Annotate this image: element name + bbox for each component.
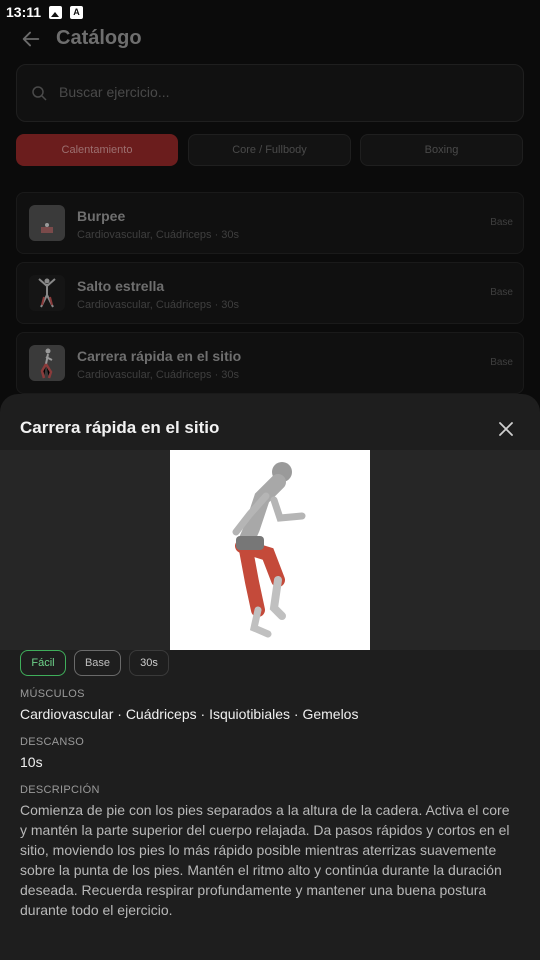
search-icon [32,86,47,101]
back-arrow-icon[interactable] [20,28,42,50]
exercise-media [0,450,540,650]
exercise-meta: Cardiovascular, Cuádriceps · 30s [77,369,240,381]
description-text: Comienza de pie con los pies separados a… [20,802,510,918]
detail-title: Carrera rápida en el sitio [20,418,220,437]
duration-badge: 30s [129,650,169,676]
exercise-name: Salto estrella [77,278,165,294]
muscles-label: MÚSCULOS [20,688,85,700]
app-notification-icon: A [70,5,84,19]
rest-label: DESCANSO [20,736,85,748]
exercise-meta: Cardiovascular, Cuádriceps · 30s [77,299,240,311]
chip-boxing[interactable]: Boxing [360,134,523,166]
chip-core-fullbody[interactable]: Core / Fullbody [188,134,351,166]
search-placeholder: Buscar ejercicio... [59,84,170,100]
exercise-name: Burpee [77,208,126,224]
exercise-tag: Base [490,287,513,298]
description-label: DESCRIPCIÓN [20,784,100,796]
exercise-row-salto-estrella[interactable]: Salto estrella Cardiovascular, Cuádricep… [16,262,524,324]
exercise-detail-sheet: Carrera rápida en el sitio Fácil Base 30… [0,394,540,960]
rest-value: 10s [20,754,43,770]
status-time: 13:11 [6,4,42,20]
app-header: Catálogo [0,24,540,54]
exercise-meta: Cardiovascular, Cuádriceps · 30s [77,229,240,241]
difficulty-badge: Fácil [20,650,66,676]
close-icon[interactable] [497,420,515,438]
exercise-thumbnail [29,345,65,381]
exercise-tag: Base [490,357,513,368]
exercise-thumbnail [29,275,65,311]
exercise-name: Carrera rápida en el sitio [77,348,242,364]
search-input[interactable]: Buscar ejercicio... [16,64,524,122]
exercise-row-carrera-rapida[interactable]: Carrera rápida en el sitio Cardiovascula… [16,332,524,394]
chip-calentamiento[interactable]: Calentamiento [16,134,178,166]
status-bar: 13:11 A [0,0,540,24]
exercise-row-burpee[interactable]: Burpee Cardiovascular, Cuádriceps · 30s … [16,192,524,254]
exercise-tag: Base [490,217,513,228]
exercise-thumbnail [29,205,65,241]
level-badge: Base [74,650,121,676]
muscles-value: Cardiovascular · Cuádriceps · Isquiotibi… [20,706,359,722]
exercise-illustration [170,450,370,650]
page-title: Catálogo [56,27,142,49]
image-notification-icon [49,5,63,19]
